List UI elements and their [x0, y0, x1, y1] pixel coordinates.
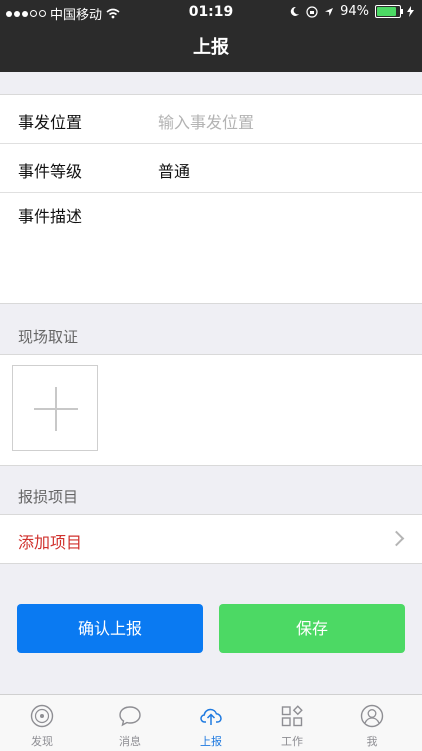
tab-label: 我 [366, 735, 378, 748]
add-item-row[interactable]: 添加项目 [0, 515, 422, 563]
cloud-upload-icon [200, 708, 222, 725]
evidence-header: 现场取证 [18, 328, 79, 346]
nav-bar: 上报 [0, 24, 422, 72]
damage-section: 添加项目 [0, 514, 422, 564]
save-button[interactable]: 保存 [219, 604, 405, 653]
location-arrow-icon [325, 7, 334, 16]
battery-icon [375, 5, 403, 18]
location-row[interactable]: 事发位置 输入事发位置 [0, 95, 422, 144]
add-item-label: 添加项目 [18, 533, 83, 552]
add-photo-button[interactable] [12, 365, 98, 451]
status-bar: 中国移动 01:19 94% [0, 0, 422, 24]
tab-discover[interactable]: 发现 [0, 695, 84, 751]
location-label: 事发位置 [18, 113, 83, 132]
level-value[interactable]: 普通 [158, 158, 190, 182]
moon-icon [290, 6, 300, 16]
level-row[interactable]: 事件等级 普通 [0, 144, 422, 193]
tab-label: 上报 [200, 735, 222, 748]
tab-label: 消息 [119, 735, 141, 748]
grid-apps-icon [281, 705, 303, 727]
evidence-section [0, 354, 422, 466]
status-right: 94% [289, 4, 414, 19]
chevron-right-icon [388, 530, 405, 547]
level-label: 事件等级 [18, 162, 83, 181]
chat-bubble-icon [119, 706, 141, 727]
compass-icon [30, 704, 54, 728]
tab-label: 工作 [281, 735, 303, 748]
tab-me[interactable]: 我 [330, 695, 414, 751]
charging-icon [407, 6, 414, 17]
page-title: 上报 [193, 37, 229, 58]
rotation-lock-icon [306, 5, 318, 18]
tab-messages[interactable]: 消息 [88, 695, 172, 751]
description-label: 事件描述 [18, 207, 83, 226]
damage-header: 报损项目 [18, 488, 79, 506]
location-input[interactable]: 输入事发位置 [158, 109, 254, 133]
report-form: 事发位置 输入事发位置 事件等级 普通 事件描述 [0, 94, 422, 304]
user-icon [360, 704, 384, 728]
tab-report[interactable]: 上报 [169, 695, 253, 751]
confirm-report-button[interactable]: 确认上报 [17, 604, 203, 653]
battery-percent: 94% [340, 4, 369, 19]
description-field[interactable]: 事件描述 [0, 193, 422, 303]
tab-work[interactable]: 工作 [250, 695, 334, 751]
tab-label: 发现 [31, 735, 53, 748]
tab-bar: 发现 消息 上报 工作 我 [0, 694, 422, 751]
